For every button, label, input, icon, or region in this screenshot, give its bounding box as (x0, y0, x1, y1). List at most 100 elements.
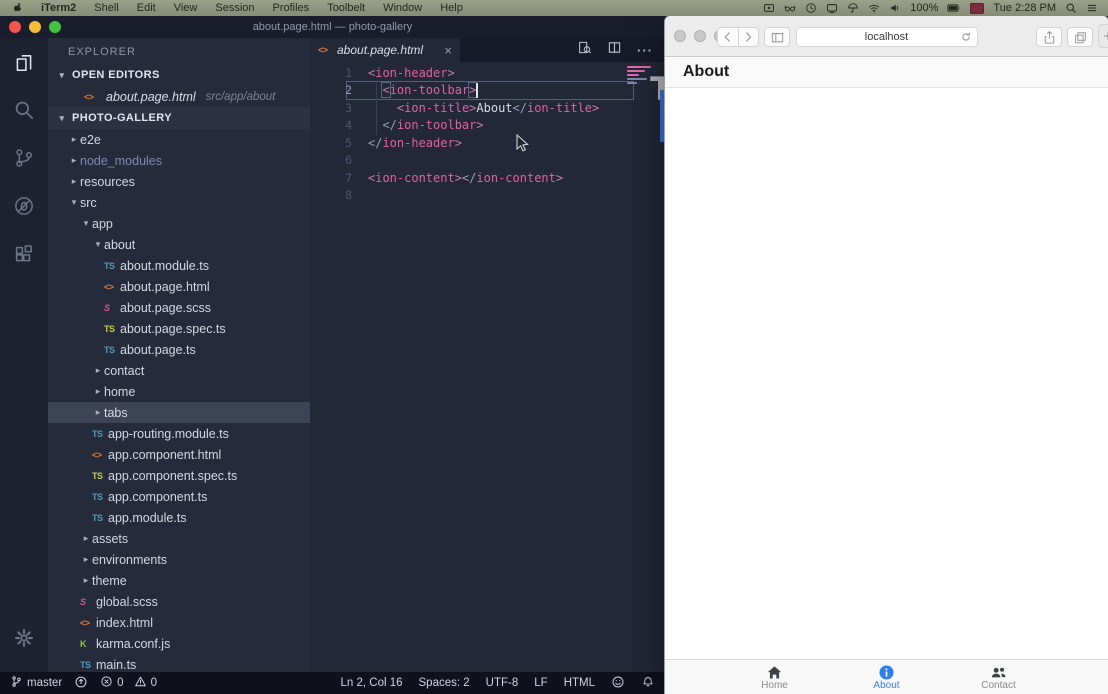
battery-icon[interactable] (947, 1, 961, 15)
tree-item-global-scss[interactable]: Sglobal.scss (48, 591, 310, 612)
open-editor-about-page-html[interactable]: <> about.page.htmlsrc/app/about (48, 86, 310, 107)
tree-item-src[interactable]: ▾src (48, 192, 310, 213)
umbrella-icon[interactable] (847, 2, 859, 14)
ionic-tab-home[interactable]: Home (747, 660, 803, 694)
notifications-bell-icon[interactable] (641, 675, 655, 692)
problems-indicator[interactable]: 0 0 (100, 675, 157, 691)
menu-item-edit[interactable]: Edit (128, 2, 165, 14)
close-tab-icon[interactable]: × (444, 43, 452, 58)
tree-item-e2e[interactable]: ▸e2e (48, 129, 310, 150)
tree-item-theme[interactable]: ▸theme (48, 570, 310, 591)
code-line-3[interactable]: 3 <ion-title>About</ion-title> (310, 99, 665, 117)
tree-item-contact[interactable]: ▸contact (48, 360, 310, 381)
tree-item-app-component-spec-ts[interactable]: TSapp.component.spec.ts (48, 465, 310, 486)
tab-overview-button[interactable] (1067, 27, 1093, 47)
clock-icon[interactable] (805, 2, 817, 14)
zoom-button[interactable] (49, 21, 61, 33)
activity-search-icon[interactable] (0, 86, 48, 134)
menu-item-view[interactable]: View (165, 2, 207, 14)
cursor-position[interactable]: Ln 2, Col 16 (341, 677, 403, 689)
glasses-icon[interactable] (784, 2, 796, 14)
ionic-tab-about[interactable]: About (859, 660, 915, 694)
tree-item-karma-conf-js[interactable]: Kkarma.conf.js (48, 633, 310, 654)
close-button[interactable] (674, 30, 686, 42)
menu-item-profiles[interactable]: Profiles (264, 2, 319, 14)
menu-item-session[interactable]: Session (206, 2, 263, 14)
tree-item-app-routing-module-ts[interactable]: TSapp-routing.module.ts (48, 423, 310, 444)
feedback-smiley-icon[interactable] (611, 675, 625, 692)
minimize-button[interactable] (694, 30, 706, 42)
screen-record-icon[interactable] (763, 2, 775, 14)
tree-item-about-module-ts[interactable]: TSabout.module.ts (48, 255, 310, 276)
sync-icon (74, 675, 88, 692)
tree-item-about-page-html[interactable]: <>about.page.html (48, 276, 310, 297)
tree-item-about[interactable]: ▾about (48, 234, 310, 255)
tree-item-resources[interactable]: ▸resources (48, 171, 310, 192)
ionic-tab-contact[interactable]: Contact (971, 660, 1027, 694)
open-preview-icon[interactable] (577, 40, 592, 60)
new-tab-button[interactable] (1098, 24, 1108, 48)
close-button[interactable] (9, 21, 21, 33)
back-button[interactable] (717, 27, 738, 47)
open-editors-header[interactable]: ▾ OPEN EDITORS (48, 64, 310, 86)
code-line-7[interactable]: 7 <ion-content></ion-content> (310, 169, 665, 187)
tree-item-app-component-html[interactable]: <>app.component.html (48, 444, 310, 465)
display-mirroring-icon[interactable] (826, 2, 838, 14)
address-bar[interactable]: localhost (796, 27, 978, 47)
eol-setting[interactable]: LF (534, 677, 547, 689)
activity-settings-icon[interactable] (0, 614, 48, 662)
tree-item-node-modules[interactable]: ▸node_modules (48, 150, 310, 171)
tab-about-page-html[interactable]: <> about.page.html × (310, 38, 460, 62)
project-section-header[interactable]: ▾ PHOTO-GALLERY (48, 107, 310, 129)
more-actions-icon[interactable]: ··· (637, 43, 653, 58)
notification-center-icon[interactable] (1086, 2, 1098, 14)
reload-icon[interactable] (960, 31, 972, 43)
activity-explorer-icon[interactable] (0, 38, 48, 86)
tree-item-about-page-spec-ts[interactable]: TSabout.page.spec.ts (48, 318, 310, 339)
git-branch-indicator[interactable]: master (10, 675, 62, 691)
menu-item-shell[interactable]: Shell (85, 2, 127, 14)
tree-item-app-component-ts[interactable]: TSapp.component.ts (48, 486, 310, 507)
code-line-4[interactable]: 4 </ion-toolbar> (310, 117, 665, 135)
tree-item-about-page-ts[interactable]: TSabout.page.ts (48, 339, 310, 360)
menu-clock[interactable]: Tue 2:28 PM (993, 2, 1056, 14)
activity-source-control-icon[interactable] (0, 134, 48, 182)
minimize-button[interactable] (29, 21, 41, 33)
tree-item-app[interactable]: ▾app (48, 213, 310, 234)
menu-item-help[interactable]: Help (431, 2, 472, 14)
language-mode[interactable]: HTML (564, 677, 595, 689)
indentation-setting[interactable]: Spaces: 2 (419, 677, 470, 689)
tree-item-tabs[interactable]: ▸tabs (48, 402, 310, 423)
code-line-6[interactable]: 6 (310, 152, 665, 170)
tree-item-main-ts[interactable]: TSmain.ts (48, 654, 310, 672)
forward-button[interactable] (738, 27, 760, 47)
tree-item-home[interactable]: ▸home (48, 381, 310, 402)
tree-item-index-html[interactable]: <>index.html (48, 612, 310, 633)
code-editor[interactable]: 1 <ion-header> 2 <ion-toolbar> 3 <ion-ti… (310, 62, 665, 672)
tree-item-environments[interactable]: ▸environments (48, 549, 310, 570)
tree-item-about-page-scss[interactable]: Sabout.page.scss (48, 297, 310, 318)
code-line-8[interactable]: 8 (310, 187, 665, 205)
encoding-setting[interactable]: UTF-8 (486, 677, 519, 689)
sidebar-toggle-button[interactable] (764, 27, 790, 47)
menu-item-window[interactable]: Window (374, 2, 431, 14)
sync-button[interactable] (74, 675, 88, 692)
tree-item-assets[interactable]: ▸assets (48, 528, 310, 549)
tree-item-app-module-ts[interactable]: TSapp.module.ts (48, 507, 310, 528)
menu-item-iterm2[interactable]: iTerm2 (32, 2, 85, 14)
code-line-1[interactable]: 1 <ion-header> (310, 64, 665, 82)
activity-extensions-icon[interactable] (0, 230, 48, 278)
vscode-titlebar[interactable]: about.page.html — photo-gallery (0, 16, 665, 38)
menu-item-toolbelt[interactable]: Toolbelt (318, 2, 374, 14)
activity-debug-icon[interactable] (0, 182, 48, 230)
split-editor-icon[interactable] (607, 40, 622, 60)
html-file-icon: <> (92, 450, 108, 460)
code-line-2[interactable]: 2 <ion-toolbar> (310, 82, 665, 100)
code-line-5[interactable]: 5 </ion-header> (310, 134, 665, 152)
wifi-icon[interactable] (868, 2, 880, 14)
apple-icon[interactable] (6, 2, 32, 14)
volume-icon[interactable] (889, 2, 901, 14)
share-button[interactable] (1036, 27, 1062, 47)
input-source-flag-icon[interactable] (970, 3, 984, 14)
spotlight-search-icon[interactable] (1065, 2, 1077, 14)
